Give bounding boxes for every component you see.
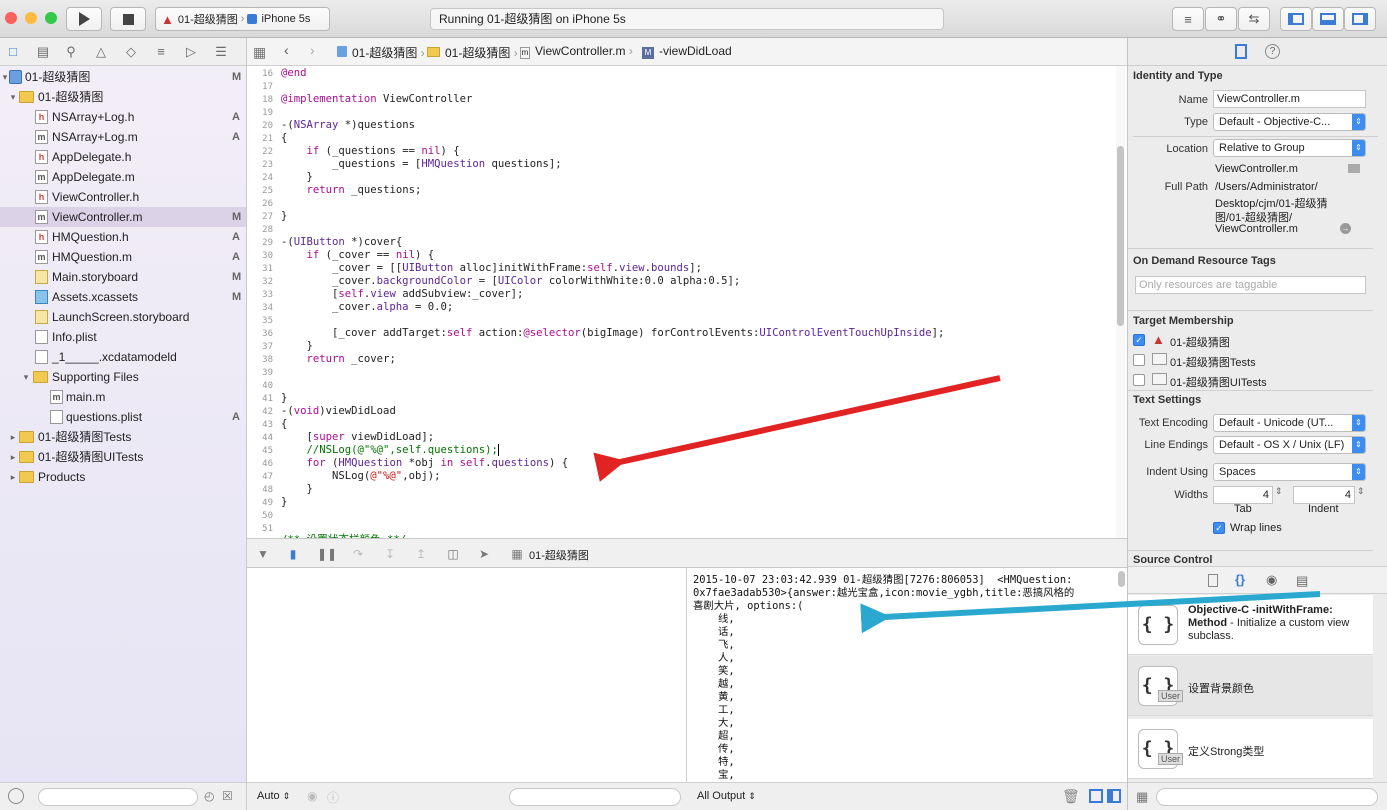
red-arrow <box>593 375 1001 482</box>
annotation-arrows <box>593 375 1321 634</box>
blue-arrow <box>860 591 1321 634</box>
